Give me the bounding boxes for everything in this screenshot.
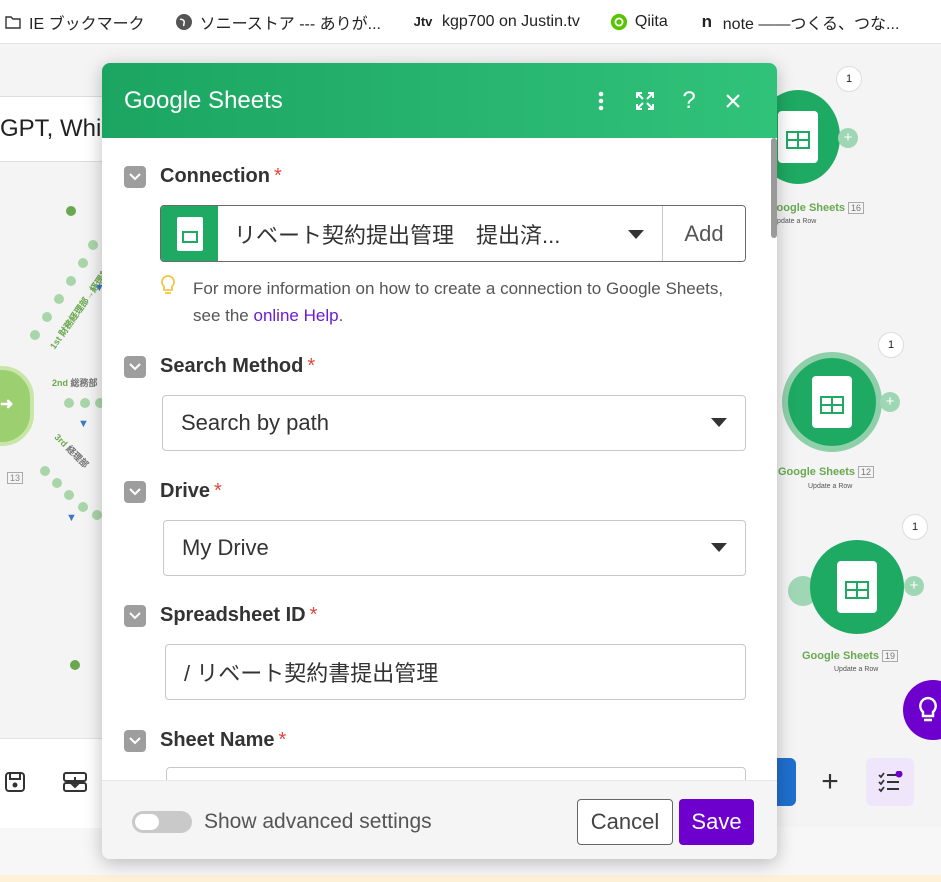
search-method-select[interactable]: Search by path: [162, 395, 746, 451]
required-marker: *: [278, 729, 287, 751]
operation-count-bubble: 1: [902, 514, 928, 540]
globe-icon: [175, 13, 193, 31]
scenario-title[interactable]: GPT, Whis: [0, 96, 110, 162]
bottom-toolbar-left: [0, 738, 110, 828]
bookmark-qiita[interactable]: Qiita: [610, 13, 668, 31]
connection-field: Connection * リベート契約提出管理 提出済... Add For m…: [124, 165, 746, 335]
google-sheets-icon: [161, 206, 218, 261]
bookmark-sony-store[interactable]: ソニーストア --- ありが...: [175, 10, 381, 34]
bookmark-label: ソニーストア --- ありが...: [199, 15, 381, 33]
route-label-2nd: 2nd 総務部: [52, 378, 98, 388]
add-connection-button[interactable]: Add: [663, 206, 745, 261]
search-method-field: Search Method * Search by path: [124, 355, 746, 455]
field-label: Search Method: [160, 355, 304, 377]
bookmark-label: kgp700 on Justin.tv: [442, 12, 580, 30]
field-label: Sheet Name: [160, 729, 275, 751]
expand-icon[interactable]: [623, 79, 667, 123]
google-sheets-icon: [837, 561, 877, 613]
add-module-icon[interactable]: +: [904, 576, 924, 596]
spreadsheet-id-field: Spreadsheet ID * / リベート契約書提出管理: [124, 604, 746, 704]
sheet-name-field: Sheet Name *: [124, 729, 746, 780]
bookmark-note[interactable]: n note ――つくる、つな...: [698, 10, 900, 34]
note-icon: n: [701, 11, 712, 31]
add-icon[interactable]: +: [806, 758, 854, 806]
module-name: Google Sheets 19: [802, 650, 899, 662]
bookmark-label: note ――つくる、つな...: [722, 15, 900, 33]
required-marker: *: [214, 480, 222, 502]
lightbulb-icon: [160, 275, 176, 305]
status-check-icon: [70, 660, 80, 670]
field-label: Drive: [160, 480, 211, 502]
save-icon[interactable]: [0, 767, 30, 797]
module-action: Update a Row: [772, 218, 817, 225]
drive-field: Drive * My Drive: [124, 480, 746, 580]
module-name: Google Sheets 16: [768, 202, 865, 214]
advanced-settings-label: Show advanced settings: [204, 810, 432, 833]
save-button[interactable]: Save: [679, 799, 754, 845]
dialog-body[interactable]: Connection * リベート契約提出管理 提出済... Add For m…: [102, 138, 777, 780]
help-icon[interactable]: ?: [667, 79, 711, 123]
sheet-name-select[interactable]: [166, 767, 746, 780]
close-icon[interactable]: [711, 79, 755, 123]
dialog-header: Google Sheets ?: [102, 63, 777, 138]
collapse-chevron-icon[interactable]: [124, 165, 146, 188]
dropdown-caret-icon: [711, 543, 727, 552]
add-module-icon[interactable]: +: [880, 392, 900, 412]
dialog-footer: Show advanced settings Cancel Save: [102, 780, 777, 859]
module-name: Google Sheets 12: [778, 466, 875, 478]
module-action: Update a Row: [834, 666, 879, 673]
page-bottom-strip: [0, 875, 941, 882]
field-label: Connection: [160, 165, 270, 187]
dropdown-caret-icon: [711, 418, 727, 427]
connection-value: リベート契約提出管理 提出済...: [234, 222, 561, 248]
module-action: Update a Row: [808, 483, 853, 490]
status-check-icon: [66, 206, 76, 216]
collapse-chevron-icon[interactable]: [124, 729, 146, 752]
required-marker: *: [309, 604, 318, 626]
cancel-button[interactable]: Cancel: [577, 799, 673, 845]
operation-count-bubble: 1: [836, 66, 862, 92]
required-marker: *: [307, 355, 316, 377]
field-label: Spreadsheet ID: [160, 604, 306, 626]
bookmarks-bar: IE ブックマーク ソニーストア --- ありが... Jtv kgp700 o…: [0, 0, 941, 44]
connection-select[interactable]: リベート契約提出管理 提出済... Add: [160, 205, 746, 262]
advanced-settings-toggle[interactable]: [132, 811, 192, 833]
router-count-badge: 13: [7, 472, 24, 484]
operation-count-bubble: 1: [878, 332, 904, 358]
dropdown-caret-icon: [628, 230, 644, 239]
checklist-icon[interactable]: [866, 758, 914, 806]
filter-icon[interactable]: ▼: [66, 512, 77, 524]
google-sheets-icon: [778, 111, 818, 163]
sheets-module-3[interactable]: 1 + Google Sheets 19 Update a Row: [760, 512, 941, 682]
google-sheets-icon: [812, 376, 852, 428]
folder-icon: [4, 13, 22, 31]
scrollbar[interactable]: [771, 138, 777, 238]
bookmark-label: IE ブックマーク: [29, 15, 145, 33]
drive-select[interactable]: My Drive: [163, 520, 746, 576]
module-settings-dialog: Google Sheets ? Connection * リベート契約提出管理 …: [102, 63, 777, 859]
qiita-icon: [610, 13, 628, 31]
online-help-link[interactable]: online Help: [254, 306, 339, 325]
collapse-chevron-icon[interactable]: [124, 480, 146, 503]
lightbulb-icon: [919, 696, 937, 722]
jtv-icon: Jtv: [413, 14, 433, 29]
collapse-chevron-icon[interactable]: [124, 604, 146, 627]
collapse-chevron-icon[interactable]: [124, 355, 146, 378]
spreadsheet-id-picker[interactable]: / リベート契約書提出管理: [165, 644, 746, 700]
required-marker: *: [274, 165, 282, 187]
import-icon[interactable]: [60, 767, 90, 797]
dialog-title: Google Sheets: [124, 86, 283, 114]
connection-help-text: For more information on how to create a …: [160, 275, 730, 329]
bookmark-ie-folder[interactable]: IE ブックマーク: [4, 10, 145, 34]
router-module[interactable]: ➜: [0, 348, 40, 468]
add-module-icon[interactable]: +: [838, 128, 858, 148]
router-arrows-icon: ➜: [0, 396, 14, 413]
bookmark-label: Qiita: [634, 12, 668, 30]
filter-icon[interactable]: ▼: [78, 418, 89, 430]
bookmark-justin-tv[interactable]: Jtv kgp700 on Justin.tv: [411, 13, 580, 31]
more-options-icon[interactable]: [579, 79, 623, 123]
